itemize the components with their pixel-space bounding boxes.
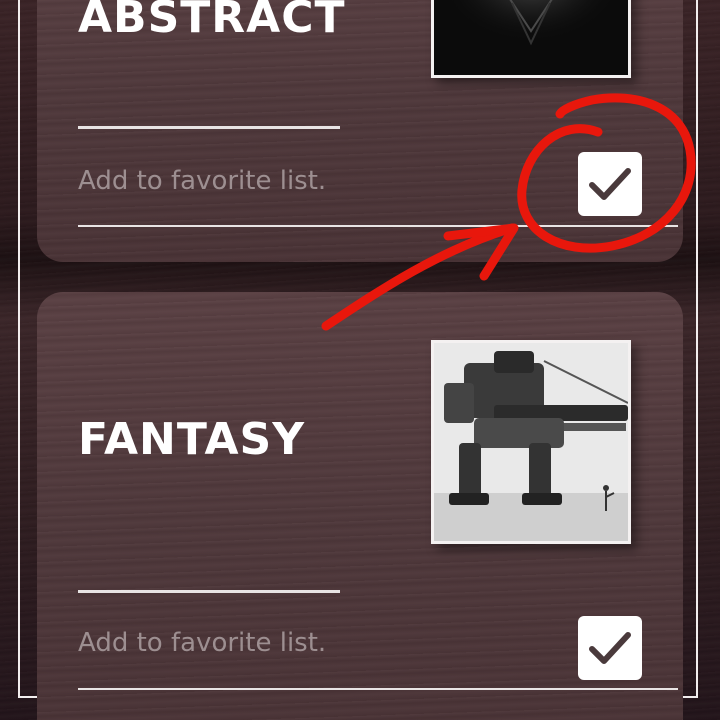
title-underline bbox=[78, 126, 340, 129]
checkmark-icon bbox=[589, 168, 631, 200]
mech-robot-thumbnail[interactable] bbox=[431, 340, 631, 544]
category-title: FANTASY bbox=[78, 414, 306, 465]
favorite-underline bbox=[78, 225, 678, 227]
favorite-underline bbox=[78, 688, 678, 690]
favorite-checkbox[interactable] bbox=[578, 616, 642, 680]
category-card-fantasy[interactable]: FANTASY Add to favorite list. bbox=[37, 292, 683, 720]
category-card-abstract[interactable]: ABSTRACT Add to favorite list. bbox=[37, 0, 683, 262]
category-title: ABSTRACT bbox=[78, 0, 346, 43]
title-underline bbox=[78, 590, 340, 593]
favorite-label: Add to favorite list. bbox=[78, 628, 327, 658]
abstract-art-thumbnail[interactable] bbox=[431, 0, 631, 78]
favorite-checkbox[interactable] bbox=[578, 152, 642, 216]
favorite-label: Add to favorite list. bbox=[78, 166, 327, 196]
checkmark-icon bbox=[589, 632, 631, 664]
abstract-art-icon bbox=[434, 0, 628, 75]
mech-robot-icon bbox=[434, 343, 628, 541]
